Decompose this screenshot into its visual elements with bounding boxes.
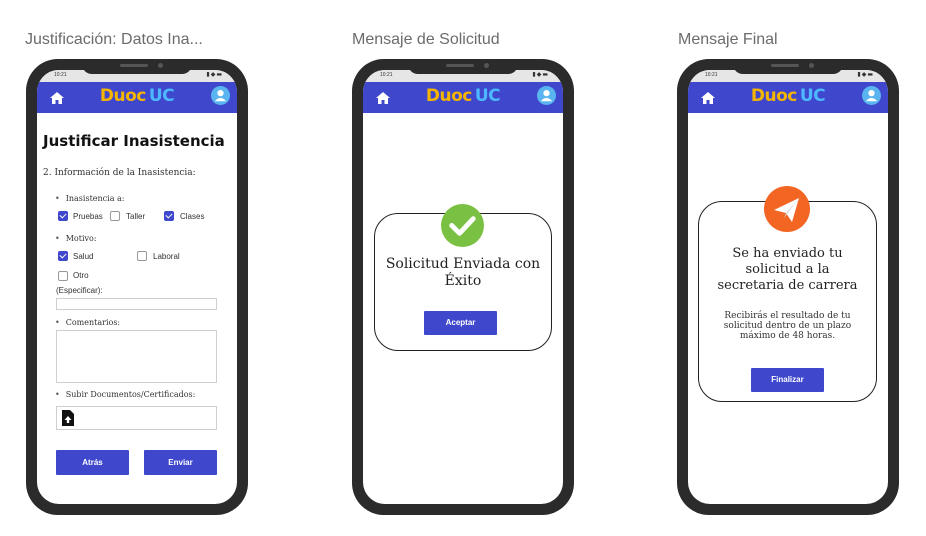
motivo-label: Motivo: [55,234,97,243]
comentarios-label: Comentarios: [55,318,120,327]
label-salud: Salud [73,252,94,261]
checkbox-otro[interactable] [58,271,68,281]
checkbox-salud[interactable] [58,251,68,261]
success-check-icon [441,204,484,247]
final-message: Se ha enviado tu solicitud a la secretar… [717,246,858,293]
checkbox-taller[interactable] [110,211,120,221]
inasistencia-label: Inasistencia a: [55,194,125,203]
especificar-input[interactable] [56,298,217,310]
phone-notch [82,59,192,74]
screen: 10:21 ▮◆▬ Duoc UC Justificar Inasistencia… [37,70,237,504]
frame-title-mensaje-final: Mensaje Final [678,31,778,48]
duoc-uc-logo: Duoc UC [750,86,826,106]
prototype-canvas: Justificación: Datos Ina... Mensaje de S… [0,0,926,536]
status-time: 10:21 [380,72,393,78]
file-upload-field[interactable] [56,406,217,430]
status-time: 10:21 [705,72,718,78]
accept-button[interactable]: Aceptar [424,311,497,335]
label-pruebas: Pruebas [73,212,103,221]
user-avatar-icon[interactable] [537,86,556,105]
signal-wifi-battery-icon: ▮◆▬ [206,71,223,78]
file-upload-icon[interactable] [62,410,74,426]
app-header: Duoc UC [688,82,888,113]
app-header: Duoc UC [363,82,563,113]
phone-justificacion: 10:21 ▮◆▬ Duoc UC Justificar Inasistencia… [26,59,248,515]
final-submessage: Recibirás el resultado de tu solicitud d… [723,311,852,341]
phone-mensaje-final: 10:21 ▮◆▬ Duoc UC Se ha enviado tu solici… [677,59,899,515]
label-taller: Taller [126,212,146,221]
user-avatar-icon[interactable] [862,86,881,105]
section-heading: 2. Información de la Inasistencia: [43,168,196,178]
paper-plane-icon [764,186,810,232]
label-clases: Clases [180,212,205,221]
duoc-uc-logo: Duoc UC [425,86,501,106]
screen: 10:21 ▮◆▬ Duoc UC Solicitud Enviada con É… [363,70,563,504]
signal-wifi-battery-icon: ▮◆▬ [532,71,549,78]
success-message: Solicitud Enviada con Éxito [385,256,541,289]
screen: 10:21 ▮◆▬ Duoc UC Se ha enviado tu solici… [688,70,888,504]
phone-notch [408,59,518,74]
phone-mensaje-solicitud: 10:21 ▮◆▬ Duoc UC Solicitud Enviada con É… [352,59,574,515]
duoc-uc-logo: Duoc UC [99,86,175,106]
label-laboral: Laboral [153,252,180,261]
checkbox-clases[interactable] [164,211,174,221]
signal-wifi-battery-icon: ▮◆▬ [857,71,874,78]
back-button[interactable]: Atrás [56,450,129,475]
finish-button[interactable]: Finalizar [751,368,824,392]
status-time: 10:21 [54,72,67,78]
app-header: Duoc UC [37,82,237,113]
user-avatar-icon[interactable] [211,86,230,105]
subir-documentos-label: Subir Documentos/Certificados: [55,390,196,399]
checkbox-laboral[interactable] [137,251,147,261]
label-otro: Otro [73,271,89,280]
especificar-label: (Especificar): [56,286,103,295]
checkbox-pruebas[interactable] [58,211,68,221]
frame-title-mensaje-solicitud: Mensaje de Solicitud [352,31,500,48]
phone-notch [733,59,843,74]
frame-title-justificacion: Justificación: Datos Ina... [25,31,203,48]
send-button[interactable]: Enviar [144,450,217,475]
page-title: Justificar Inasistencia [43,132,225,150]
comentarios-textarea[interactable] [56,330,217,383]
